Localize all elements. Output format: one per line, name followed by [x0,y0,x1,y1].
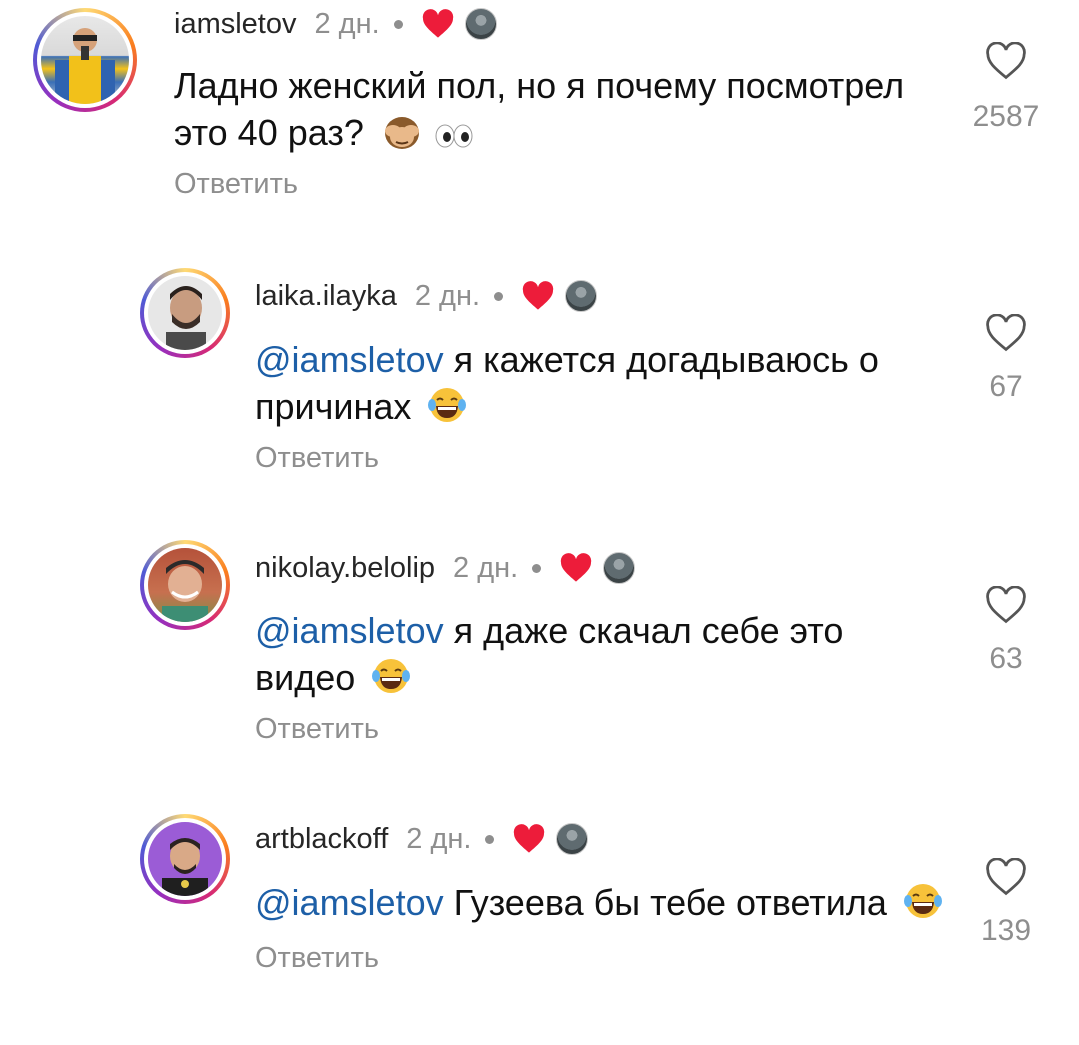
username[interactable]: iamsletov [174,8,297,41]
avatar[interactable] [33,8,137,112]
creator-avatar [556,823,589,855]
like-count: 2587 [972,100,1040,133]
see-no-evil-monkey-icon [380,111,424,162]
comment-text: @iamsletov Гузеева бы тебе ответила [255,879,955,932]
creator-avatar [464,8,497,40]
eyes-icon [434,115,474,162]
timestamp: 2 дн. [314,7,380,40]
separator-dot [485,834,495,844]
creator-liked-heart-icon [561,553,592,582]
tears-of-joy-icon [903,881,943,932]
timestamp: 2 дн. [453,551,519,584]
tears-of-joy-icon [427,385,467,436]
like-heart-icon[interactable] [985,314,1027,352]
creator-liked-heart-icon [522,281,554,310]
reply-button[interactable]: Ответить [255,713,379,746]
username[interactable]: artblackoff [255,823,388,856]
reply-button[interactable]: Ответить [255,942,379,975]
comment-text: @iamsletov я кажется догадываюсь о причи… [255,336,955,436]
separator-dot [532,563,542,573]
mention-link[interactable]: @iamsletov [255,339,444,380]
comment-header: nikolay.belolip 2 дн. [255,548,636,588]
avatar[interactable] [140,268,230,358]
creator-liked-heart-icon [422,9,453,38]
username[interactable]: nikolay.belolip [255,552,435,585]
mention-link[interactable]: @iamsletov [255,610,444,651]
like-heart-icon[interactable] [985,586,1027,624]
creator-liked-heart-icon [514,824,545,853]
timestamp: 2 дн. [414,279,481,312]
reply-button[interactable]: Ответить [255,442,379,475]
comment-header: iamsletov 2 дн. [174,4,497,44]
like-count: 67 [989,370,1023,403]
creator-avatar [565,280,598,312]
like-count: 63 [989,642,1023,675]
tears-of-joy-icon [371,656,411,707]
comment-text: Ладно женский пол, но я почему посмотрел… [174,62,944,162]
username[interactable]: laika.ilayka [255,280,397,313]
reply-button[interactable]: Ответить [174,168,298,201]
creator-avatar [603,552,636,584]
like-count: 139 [980,914,1032,947]
comment-item: iamsletov 2 дн. Ладно женский пол, но я … [0,0,1079,230]
timestamp: 2 дн. [406,822,472,855]
like-heart-icon[interactable] [985,858,1027,896]
comment-header: artblackoff 2 дн. [255,819,589,859]
like-heart-icon[interactable] [985,42,1027,80]
avatar[interactable] [140,814,230,904]
separator-dot [393,19,403,29]
mention-link[interactable]: @iamsletov [255,882,444,923]
comment-header: laika.ilayka 2 дн. [255,276,598,316]
separator-dot [494,291,504,301]
avatar[interactable] [140,540,230,630]
comment-text: @iamsletov я даже скачал себе это видео [255,607,955,707]
